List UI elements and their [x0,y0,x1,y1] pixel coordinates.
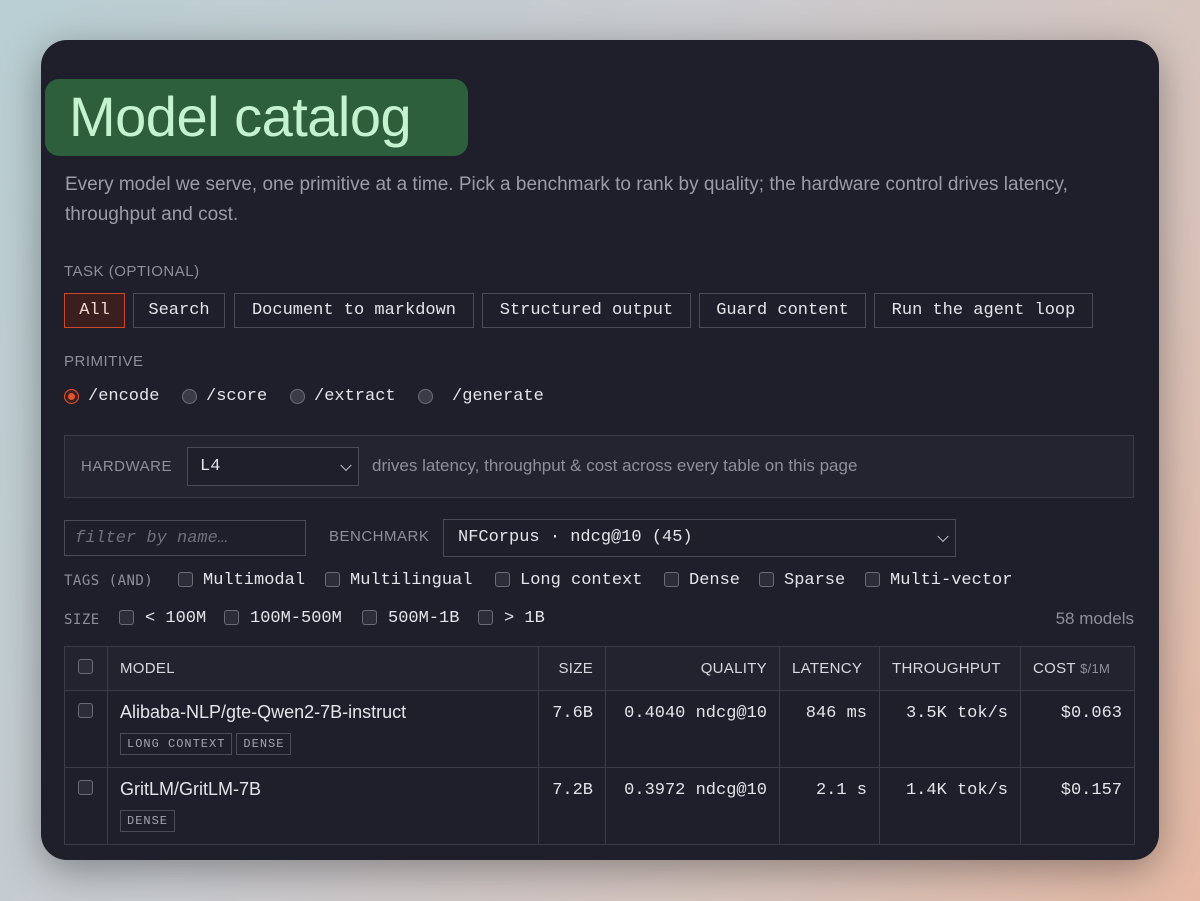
tags-label: TAGS (AND) [64,573,154,589]
chevron-down-icon [937,530,949,543]
benchmark-select-value: NFCorpus · ndcg@10 (45) [458,528,693,547]
size-label-100m-500m[interactable]: 100M-500M [250,608,342,630]
hardware-panel: HARDWARE L4 drives latency, throughput &… [64,435,1134,498]
hardware-note: drives latency, throughput & cost across… [372,456,858,475]
header-latency[interactable]: LATENCY [779,646,880,691]
model-cell: Alibaba-NLP/gte-Qwen2-7B-instruct LONG C… [107,690,539,768]
benchmark-label: BENCHMARK [329,528,430,545]
header-model[interactable]: MODEL [107,646,539,691]
model-count: 58 models [1055,609,1134,628]
size-label-over-1b[interactable]: > 1B [504,608,545,630]
tag-label-multilingual[interactable]: Multilingual [350,570,472,592]
size-label-under-100m[interactable]: < 100M [145,608,206,630]
tag-checkbox-long-context[interactable] [495,572,510,587]
tag-checkbox-sparse[interactable] [759,572,774,587]
tag-checkbox-multimodal[interactable] [178,572,193,587]
size-cell: 7.6B [538,690,606,768]
throughput-cell: 3.5K tok/s [879,690,1021,768]
header-throughput[interactable]: THROUGHPUT [879,646,1021,691]
task-chip-all[interactable]: All [64,293,125,328]
header-cost[interactable]: COST $/1M [1020,646,1135,691]
tag-label-multimodal[interactable]: Multimodal [203,570,305,592]
tag-label-sparse[interactable]: Sparse [784,570,845,592]
radio-generate[interactable] [418,389,433,404]
header-size[interactable]: SIZE [538,646,606,691]
table-row[interactable]: GritLM/GritLM-7B DENSE 7.2B 0.3972 ndcg@… [64,767,1135,845]
hardware-select[interactable]: L4 [187,447,359,486]
model-tags: LONG CONTEXT DENSE [120,733,526,755]
model-tag: DENSE [120,810,176,832]
radio-score[interactable] [182,389,197,404]
hardware-select-value: L4 [200,457,221,476]
task-chip-search[interactable]: Search [133,293,225,328]
page-title: Model catalog [69,85,412,148]
tag-label-long-context[interactable]: Long context [520,570,642,592]
size-checkbox-100m-500m[interactable] [224,610,239,625]
task-chip-guard-content[interactable]: Guard content [699,293,866,328]
quality-cell: 0.3972 ndcg@10 [605,767,780,845]
radio-generate-label[interactable]: /generate [452,386,544,408]
size-checkbox-500m-1b[interactable] [362,610,377,625]
tag-label-multi-vector[interactable]: Multi-vector [890,570,1012,592]
size-checkbox-under-100m[interactable] [119,610,134,625]
tag-checkbox-multilingual[interactable] [325,572,340,587]
model-name[interactable]: Alibaba-NLP/gte-Qwen2-7B-instruct [120,701,526,723]
radio-extract[interactable] [290,389,305,404]
radio-score-label[interactable]: /score [206,386,267,408]
size-cell: 7.2B [538,767,606,845]
row-checkbox-cell [64,690,108,768]
quality-cell: 0.4040 ndcg@10 [605,690,780,768]
latency-cell: 846 ms [779,690,880,768]
radio-encode[interactable] [64,389,79,404]
task-chip-structured-output[interactable]: Structured output [482,293,691,328]
size-label: SIZE [64,612,100,628]
header-quality[interactable]: QUALITY [605,646,780,691]
page-subtitle: Every model we serve, one primitive at a… [65,174,1068,225]
latency-cell: 2.1 s [779,767,880,845]
model-tag: DENSE [236,733,292,755]
cost-cell: $0.157 [1020,767,1135,845]
catalog-card: Model catalog Every model we serve, one … [41,40,1159,860]
size-checkbox-over-1b[interactable] [478,610,493,625]
tag-checkbox-dense[interactable] [664,572,679,587]
model-cell: GritLM/GritLM-7B DENSE [107,767,539,845]
chevron-down-icon [340,459,352,471]
table-row[interactable]: Alibaba-NLP/gte-Qwen2-7B-instruct LONG C… [64,690,1135,768]
task-label: TASK (OPTIONAL) [64,263,200,280]
benchmark-select[interactable]: NFCorpus · ndcg@10 (45) [443,519,956,557]
table-header-row: MODEL SIZE QUALITY LATENCY THROUGHPUT CO… [64,646,1135,691]
filter-by-name-input[interactable] [65,521,305,555]
row-checkbox[interactable] [78,703,93,718]
hardware-label: HARDWARE [81,458,172,475]
radio-encode-label[interactable]: /encode [88,386,159,408]
model-name[interactable]: GritLM/GritLM-7B [120,778,526,800]
throughput-cell: 1.4K tok/s [879,767,1021,845]
task-chip-document-to-markdown[interactable]: Document to markdown [234,293,474,328]
model-tag: LONG CONTEXT [120,733,233,755]
cost-cell: $0.063 [1020,690,1135,768]
header-cost-unit: $/1M [1080,661,1111,676]
select-all-checkbox[interactable] [78,659,93,674]
radio-extract-label[interactable]: /extract [314,386,396,408]
row-checkbox-cell [64,767,108,845]
header-checkbox-cell [64,646,108,691]
header-cost-label: COST [1033,660,1076,677]
model-tags: DENSE [120,810,526,832]
models-table: MODEL SIZE QUALITY LATENCY THROUGHPUT CO… [64,646,1135,845]
title-highlight: Model catalog [45,79,468,156]
primitive-label: PRIMITIVE [64,353,144,370]
tag-label-dense[interactable]: Dense [689,570,740,592]
size-label-500m-1b[interactable]: 500M-1B [388,608,459,630]
task-chip-run-the-agent-loop[interactable]: Run the agent loop [874,293,1093,328]
tag-checkbox-multi-vector[interactable] [865,572,880,587]
filter-by-name-input-wrap [64,520,306,556]
row-checkbox[interactable] [78,780,93,795]
